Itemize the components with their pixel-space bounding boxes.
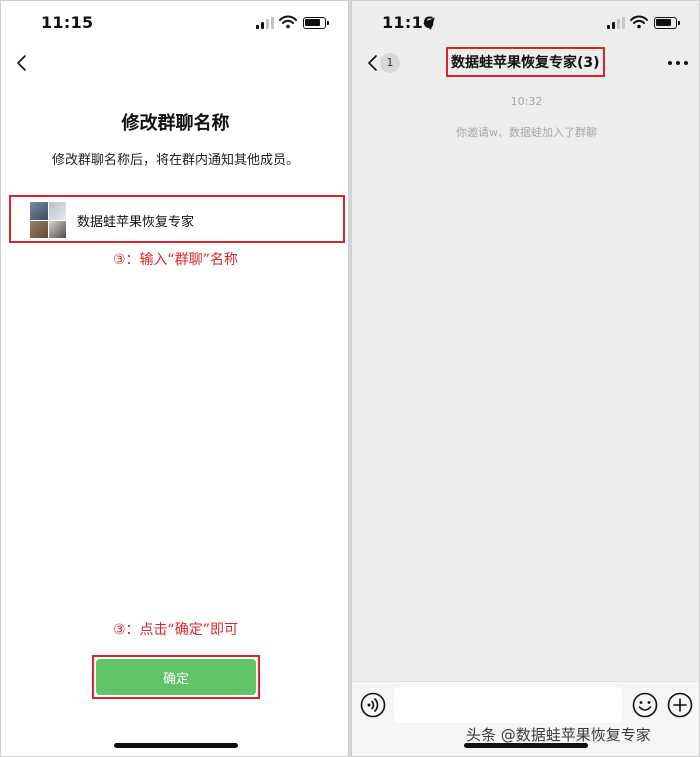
group-name-input[interactable] bbox=[77, 210, 327, 230]
status-bar: 11:16 bbox=[352, 1, 699, 47]
rename-group-screen: 11:15 修改群聊名称 修改群聊名称后，将在群内通知其他成员。 ③：输入“群聊… bbox=[0, 0, 349, 757]
message-input[interactable] bbox=[394, 687, 622, 723]
chat-title: 数据蛙苹果恢复专家(3) bbox=[451, 55, 600, 71]
status-time: 11:15 bbox=[41, 13, 94, 32]
page-subtitle: 修改群聊名称后，将在群内通知其他成员。 bbox=[51, 153, 299, 168]
back-chevron-icon[interactable] bbox=[13, 53, 33, 73]
more-icon[interactable] bbox=[668, 61, 688, 67]
group-name-row bbox=[9, 195, 345, 243]
signal-icon bbox=[256, 17, 274, 29]
home-indicator bbox=[464, 743, 588, 748]
plus-icon[interactable] bbox=[667, 692, 693, 718]
annotation-input-step: ③：输入“群聊”名称 bbox=[112, 252, 239, 268]
unread-count-badge[interactable]: 1 bbox=[380, 53, 400, 73]
confirm-button[interactable]: 确定 bbox=[96, 659, 256, 695]
battery-icon bbox=[303, 17, 329, 29]
system-message: 你邀请w、数据蛙加入了群聊 bbox=[456, 126, 597, 139]
message-timestamp: 10:32 bbox=[510, 95, 543, 108]
page-title: 修改群聊名称 bbox=[121, 113, 230, 134]
status-bar: 11:15 bbox=[1, 1, 348, 47]
watermark: 头条 @数据蛙苹果恢复专家 bbox=[466, 726, 651, 744]
confirm-highlight: 确定 bbox=[92, 655, 260, 699]
voice-icon[interactable] bbox=[360, 692, 386, 718]
annotation-confirm-step: ③：点击“确定”即可 bbox=[112, 622, 239, 638]
wifi-icon bbox=[630, 15, 648, 29]
battery-icon bbox=[654, 17, 680, 29]
signal-icon bbox=[607, 17, 625, 29]
wifi-icon bbox=[279, 15, 297, 29]
home-indicator bbox=[114, 743, 238, 748]
group-chat-screen: 11:16 1 数据蛙苹果恢复专家(3) 10:32 你邀请w、数据蛙加入了群聊 bbox=[351, 0, 700, 757]
chat-title-highlight: 数据蛙苹果恢复专家(3) bbox=[446, 47, 605, 77]
group-avatar bbox=[30, 202, 66, 238]
emoji-icon[interactable] bbox=[632, 692, 658, 718]
